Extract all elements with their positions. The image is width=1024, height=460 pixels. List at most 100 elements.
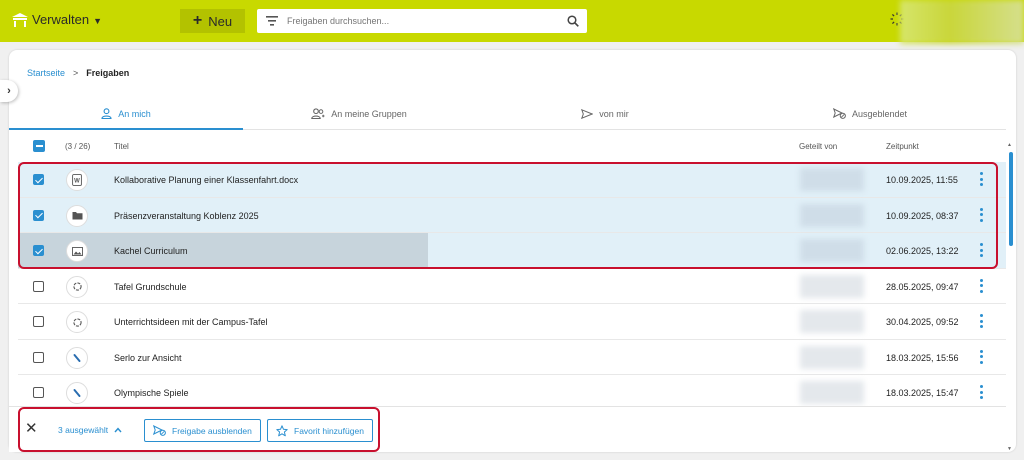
- shares-table-body: W Kollaborative Planung einer Klassenfah…: [18, 162, 1006, 411]
- breadcrumb-home-link[interactable]: Startseite: [27, 68, 65, 78]
- person-icon: [101, 108, 112, 119]
- scroll-down-icon[interactable]: ▼: [1007, 446, 1012, 452]
- tab-ausgeblendet[interactable]: Ausgeblendet: [735, 98, 1005, 129]
- more-options-icon[interactable]: [976, 243, 986, 257]
- table-row[interactable]: Serlo zur Ansicht 18.03.2025, 15:56: [18, 340, 1006, 375]
- chevron-down-icon: ▼: [93, 15, 103, 26]
- hidden-share-icon: [153, 425, 166, 436]
- table-row[interactable]: Tafel Grundschule 28.05.2025, 09:47: [18, 269, 1006, 304]
- chevron-up-icon: [114, 427, 122, 433]
- add-favorite-button[interactable]: Favorit hinzufügen: [267, 419, 373, 442]
- group-icon: [311, 108, 325, 119]
- table-row[interactable]: Kachel Curriculum 02.06.2025, 13:22: [18, 233, 1006, 269]
- row-shared-by: [800, 381, 864, 404]
- row-title[interactable]: Tafel Grundschule: [114, 282, 187, 292]
- folder-icon: [66, 204, 88, 227]
- row-checkbox[interactable]: [33, 351, 44, 363]
- row-time: 02.06.2025, 13:22: [886, 246, 959, 256]
- row-title[interactable]: Unterrichtsideen mit der Campus-Tafel: [114, 317, 268, 327]
- scrollbar[interactable]: [1009, 146, 1013, 446]
- row-checkbox[interactable]: [33, 387, 44, 398]
- search-bar: [257, 9, 587, 33]
- row-title[interactable]: Olympische Spiele: [114, 388, 189, 398]
- close-icon[interactable]: ✕: [25, 421, 38, 436]
- star-icon: [276, 424, 288, 436]
- manage-label: Verwalten: [32, 12, 90, 27]
- chevron-right-icon: ›: [7, 85, 11, 97]
- send-icon: [581, 108, 594, 119]
- whiteboard-icon: [66, 275, 88, 298]
- breadcrumb: Startseite > Freigaben: [27, 68, 129, 78]
- tab-label: An mich: [118, 108, 151, 119]
- table-header: (3 / 26) Titel Geteilt von Zeitpunkt: [9, 134, 1006, 162]
- row-checkbox[interactable]: [33, 245, 44, 256]
- row-shared-by: [800, 274, 864, 298]
- more-options-icon[interactable]: [976, 314, 986, 328]
- selection-action-bar: ✕ 3 ausgewählt Freigabe ausblenden Favor…: [9, 406, 1006, 452]
- row-time: 28.05.2025, 09:47: [886, 281, 959, 292]
- row-title[interactable]: Serlo zur Ansicht: [114, 353, 182, 363]
- row-checkbox[interactable]: [33, 316, 44, 327]
- row-title[interactable]: Kollaborative Planung einer Klassenfahrt…: [114, 175, 298, 185]
- new-label: Neu: [208, 13, 233, 29]
- row-shared-by: [800, 345, 864, 369]
- chevron-right-icon: >: [73, 68, 79, 78]
- row-time: 10.09.2025, 08:37: [886, 210, 959, 221]
- table-row[interactable]: Präsenzveranstaltung Koblenz 2025 10.09.…: [18, 197, 1006, 233]
- column-header-time[interactable]: Zeitpunkt: [886, 142, 919, 151]
- image-icon: [66, 240, 88, 262]
- manage-menu-button[interactable]: Verwalten ▼: [32, 12, 102, 27]
- selection-summary-label: 3 ausgewählt: [58, 425, 109, 435]
- hidden-share-icon: [832, 108, 846, 119]
- logo-icon[interactable]: [10, 12, 30, 28]
- top-bar: Verwalten ▼ + Neu: [0, 0, 1024, 44]
- select-all-checkbox[interactable]: [33, 140, 45, 152]
- tab-label: von mir: [599, 108, 629, 119]
- column-header-title[interactable]: Titel: [114, 142, 129, 151]
- link-icon: [66, 346, 88, 369]
- selection-count: (3 / 26): [65, 142, 91, 151]
- table-row[interactable]: W Kollaborative Planung einer Klassenfah…: [18, 162, 1006, 198]
- row-shared-by: [800, 239, 864, 262]
- row-time: 10.09.2025, 11:55: [886, 175, 958, 185]
- share-tabs: An mich An meine Gruppen von mir Ausgebl…: [9, 98, 1006, 130]
- breadcrumb-current: Freigaben: [86, 68, 130, 78]
- plus-icon: +: [192, 12, 203, 29]
- row-title[interactable]: Präsenzveranstaltung Koblenz 2025: [114, 211, 259, 221]
- search-icon[interactable]: [559, 15, 587, 27]
- hide-share-button[interactable]: Freigabe ausblenden: [144, 419, 261, 442]
- add-favorite-label: Favorit hinzufügen: [294, 425, 364, 436]
- row-shared-by: [800, 168, 864, 191]
- new-button[interactable]: + Neu: [180, 9, 245, 33]
- filter-icon[interactable]: [257, 16, 287, 26]
- row-checkbox[interactable]: [33, 280, 44, 292]
- tab-von-mir[interactable]: von mir: [475, 98, 735, 129]
- row-checkbox[interactable]: [33, 209, 44, 221]
- hide-share-label: Freigabe ausblenden: [172, 425, 252, 436]
- table-row[interactable]: Unterrichtsideen mit der Campus-Tafel 30…: [18, 304, 1006, 340]
- more-options-icon[interactable]: [976, 278, 986, 293]
- row-title[interactable]: Kachel Curriculum: [114, 246, 188, 256]
- search-input[interactable]: [287, 16, 559, 26]
- row-time: 18.03.2025, 15:47: [886, 388, 959, 398]
- more-options-icon[interactable]: [976, 172, 986, 186]
- column-header-shared-by[interactable]: Geteilt von: [799, 142, 837, 151]
- whiteboard-icon: [66, 311, 88, 333]
- row-time: 30.04.2025, 09:52: [886, 317, 959, 327]
- more-options-icon[interactable]: [976, 349, 986, 364]
- row-shared-by: [800, 310, 864, 333]
- scrollbar-thumb[interactable]: [1009, 152, 1013, 246]
- tab-an-mich[interactable]: An mich: [9, 98, 243, 130]
- row-checkbox[interactable]: [33, 174, 44, 185]
- user-menu-avatar[interactable]: [900, 0, 1024, 44]
- tab-an-meine-gruppen[interactable]: An meine Gruppen: [243, 98, 475, 129]
- word-document-icon: W: [66, 169, 88, 191]
- tab-label: An meine Gruppen: [331, 108, 407, 119]
- more-options-icon[interactable]: [976, 385, 986, 399]
- row-time: 18.03.2025, 15:56: [886, 352, 959, 363]
- link-icon: [66, 382, 88, 404]
- selection-summary-button[interactable]: 3 ausgewählt: [58, 425, 122, 435]
- shares-card: Startseite > Freigaben An mich An meine …: [9, 50, 1016, 452]
- more-options-icon[interactable]: [976, 207, 986, 222]
- svg-text:W: W: [74, 179, 80, 185]
